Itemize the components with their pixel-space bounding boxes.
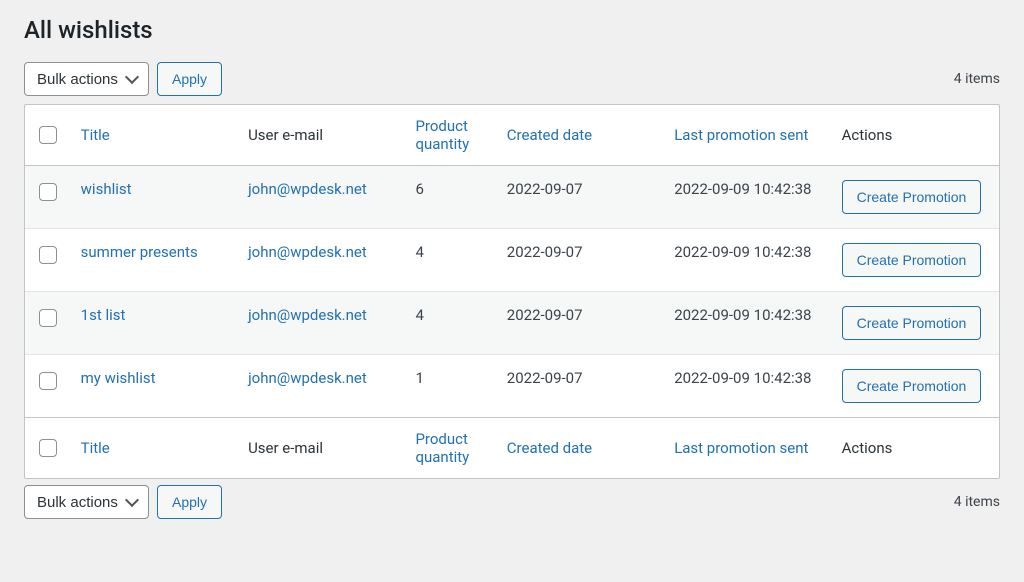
col-footer-qty[interactable]: Product quantity	[415, 430, 469, 466]
col-header-actions: Actions	[832, 105, 999, 166]
bulk-actions-top: Bulk actions Apply	[24, 62, 222, 96]
items-count-top: 4 items	[954, 71, 1000, 87]
row-title-link[interactable]: summer presents	[81, 243, 198, 261]
row-last-sent: 2022-09-09 10:42:38	[664, 292, 831, 355]
select-all-checkbox-top[interactable]	[39, 126, 57, 144]
col-header-email: User e-mail	[238, 105, 405, 166]
col-footer-title[interactable]: Title	[81, 439, 110, 457]
row-created: 2022-09-07	[497, 229, 664, 292]
row-last-sent: 2022-09-09 10:42:38	[664, 229, 831, 292]
col-header-title[interactable]: Title	[81, 126, 110, 144]
create-promotion-button[interactable]: Create Promotion	[842, 306, 982, 340]
table-row: summer presentsjohn@wpdesk.net42022-09-0…	[25, 229, 999, 292]
create-promotion-button[interactable]: Create Promotion	[842, 243, 982, 277]
row-qty: 4	[405, 229, 496, 292]
items-count-bottom: 4 items	[954, 494, 1000, 510]
apply-button-top[interactable]: Apply	[157, 62, 222, 96]
table-row: wishlist john@wpdesk.net 62022-09-072022-0…	[25, 166, 999, 229]
create-promotion-button[interactable]: Create Promotion	[842, 369, 982, 403]
page-title: All wishlists	[24, 16, 1000, 44]
row-checkbox[interactable]	[39, 372, 57, 390]
row-created: 2022-09-07	[497, 166, 664, 229]
row-qty: 1	[405, 355, 496, 417]
row-title-link[interactable]: my wishlist	[81, 369, 156, 387]
row-email-link[interactable]: john@wpdesk.net	[248, 369, 367, 387]
bulk-actions-bottom: Bulk actions Apply	[24, 485, 222, 519]
col-footer-created[interactable]: Created date	[507, 439, 592, 457]
row-checkbox[interactable]	[39, 309, 57, 327]
tablenav-top: Bulk actions Apply 4 items	[24, 62, 1000, 96]
bulk-actions-select-wrap: Bulk actions	[24, 62, 149, 96]
bulk-actions-select-wrap-bottom: Bulk actions	[24, 485, 149, 519]
row-email-link[interactable]: john@wpdesk.net	[248, 306, 367, 324]
row-email-link[interactable]: john@wpdesk.net	[248, 180, 367, 198]
row-created: 2022-09-07	[497, 292, 664, 355]
row-checkbox[interactable]	[39, 183, 57, 201]
row-qty: 4	[405, 292, 496, 355]
table-row: my wishlist john@wpdesk.net 12022-09-07202…	[25, 355, 999, 417]
create-promotion-button[interactable]: Create Promotion	[842, 180, 982, 214]
select-all-checkbox-bottom[interactable]	[39, 439, 57, 457]
col-header-last-sent[interactable]: Last promotion sent	[674, 126, 808, 144]
row-last-sent: 2022-09-09 10:42:38	[664, 166, 831, 229]
row-title-link[interactable]: 1st list	[81, 306, 126, 324]
bulk-actions-select-bottom[interactable]: Bulk actions	[24, 485, 149, 519]
row-checkbox[interactable]	[39, 246, 57, 264]
bulk-actions-select[interactable]: Bulk actions	[24, 62, 149, 96]
row-last-sent: 2022-09-09 10:42:38	[664, 355, 831, 417]
row-created: 2022-09-07	[497, 355, 664, 417]
apply-button-bottom[interactable]: Apply	[157, 485, 222, 519]
table-row: 1st list john@wpdesk.net 42022-09-072022-0…	[25, 292, 999, 355]
row-title-link[interactable]: wishlist	[81, 180, 132, 198]
col-footer-actions: Actions	[832, 417, 999, 478]
tablenav-bottom: Bulk actions Apply 4 items	[24, 485, 1000, 519]
col-header-qty[interactable]: Product quantity	[415, 117, 469, 153]
wishlists-table: Title User e-mail Product quantity Creat…	[24, 104, 1000, 479]
col-footer-email: User e-mail	[238, 417, 405, 478]
col-header-created[interactable]: Created date	[507, 126, 592, 144]
row-email-link[interactable]: john@wpdesk.net	[248, 243, 367, 261]
row-qty: 6	[405, 166, 496, 229]
col-footer-last-sent[interactable]: Last promotion sent	[674, 439, 808, 457]
